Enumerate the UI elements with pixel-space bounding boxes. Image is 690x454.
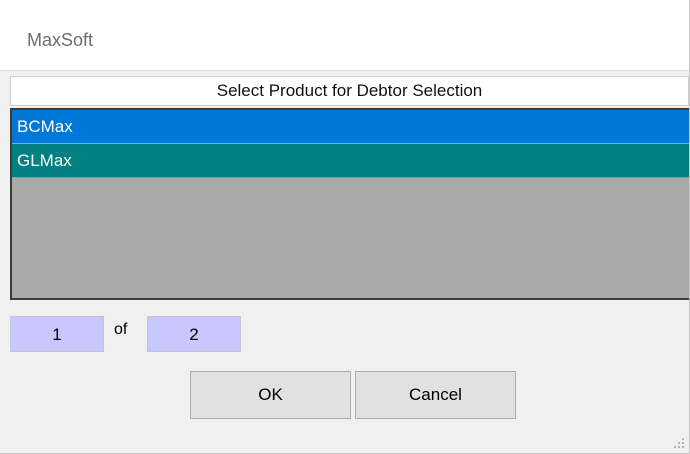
pager-total: 2 [147,316,241,352]
dialog-window: MaxSoft Select Product for Debtor Select… [0,0,690,454]
list-item-bcmax[interactable]: BCMax [12,110,689,144]
list-item-glmax[interactable]: GLMax [12,144,689,178]
ok-button[interactable]: OK [190,371,351,419]
resize-grip-icon[interactable] [672,436,684,448]
pager-current: 1 [10,316,104,352]
window-title: MaxSoft [27,30,94,50]
list-column-header: Select Product for Debtor Selection [10,76,689,106]
title-bar[interactable]: MaxSoft [0,0,689,71]
dialog-content: Select Product for Debtor Selection BCMa… [0,71,689,453]
pager-of-label: of [114,321,128,338]
cancel-button[interactable]: Cancel [355,371,516,419]
product-listbox[interactable]: BCMax GLMax [10,108,689,300]
